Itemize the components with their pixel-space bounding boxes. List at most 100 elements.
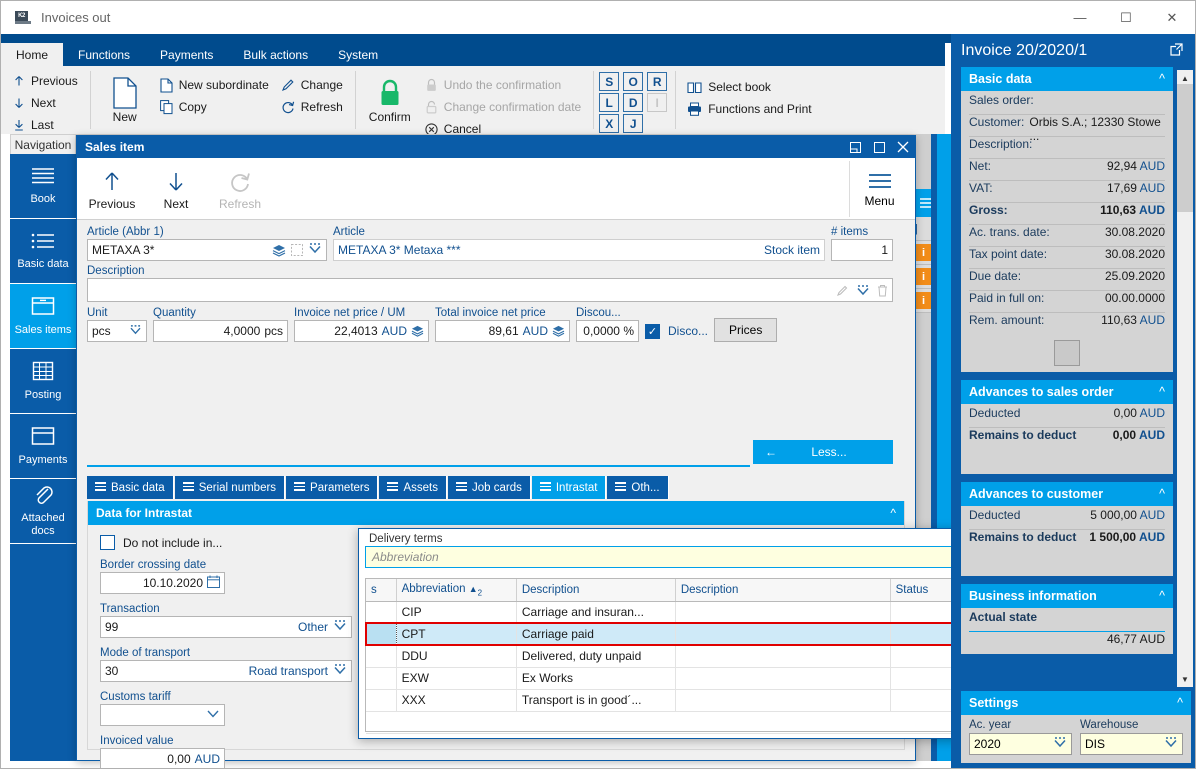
items-count-input[interactable]: 1 (831, 239, 893, 261)
chevron-down-icon[interactable] (129, 324, 142, 338)
confirm-button[interactable]: Confirm (361, 70, 419, 130)
tab-bulk-actions[interactable]: Bulk actions (228, 43, 323, 66)
scroll-down-icon[interactable]: ▼ (1177, 671, 1193, 687)
select-box-icon[interactable] (291, 244, 303, 256)
dialog-next-button[interactable]: Next (147, 161, 205, 217)
chevron-up-icon[interactable]: ^ (1159, 589, 1165, 603)
chevron-up-icon[interactable]: ^ (1177, 696, 1183, 710)
chevron-down-icon[interactable] (333, 620, 347, 634)
transaction-input[interactable]: 99 Other (100, 616, 352, 638)
copy-button[interactable]: Copy (154, 96, 275, 118)
dialog-restore-icon[interactable] (843, 136, 867, 158)
dialog-maximize-icon[interactable] (867, 136, 891, 158)
letter-button-l[interactable]: L (599, 93, 620, 112)
border-crossing-date-input[interactable]: 10.10.2020 (100, 572, 225, 594)
calendar-icon[interactable] (207, 575, 220, 591)
change-button[interactable]: Change (275, 74, 349, 96)
accounting-year-input[interactable]: 2020 (969, 733, 1072, 755)
discount-input[interactable]: 0,0000 % (576, 320, 639, 342)
maximize-icon[interactable]: ☐ (1103, 1, 1149, 34)
table-row[interactable]: CIP Carriage and insuran... (366, 601, 969, 624)
column-header-abbreviation[interactable]: Abbreviation ▲2 (396, 579, 517, 602)
refresh-button[interactable]: Refresh (275, 96, 349, 118)
description-input[interactable] (87, 278, 893, 302)
dialog-close-icon[interactable] (891, 136, 915, 158)
delivery-terms-search-input[interactable]: Abbreviation (365, 546, 985, 568)
prices-button[interactable]: Prices (714, 318, 778, 342)
unit-input[interactable]: pcs (87, 320, 147, 342)
total-net-input[interactable]: 89,61 AUD (435, 320, 570, 342)
mode-of-transport-input[interactable]: 30 Road transport (100, 660, 352, 682)
sidebar-section-header[interactable]: Advances to sales order ^ (961, 380, 1173, 404)
chevron-down-icon[interactable] (1164, 737, 1178, 751)
tab-intrastat[interactable]: Intrastat (531, 476, 607, 499)
ribbon-previous-button[interactable]: Previous (7, 70, 84, 92)
sidebar-section-header[interactable]: Advances to customer ^ (961, 482, 1173, 506)
tab-job-cards[interactable]: Job cards (448, 476, 531, 499)
sidebar-section-header[interactable]: Settings ^ (961, 691, 1191, 715)
row-select-cell[interactable] (366, 623, 397, 646)
stack-icon[interactable] (552, 325, 565, 337)
row-select-cell[interactable] (366, 645, 397, 668)
chevron-down-icon[interactable] (856, 284, 870, 296)
chevron-up-icon[interactable]: ^ (890, 506, 896, 520)
sidebar-item-basic-data[interactable]: Basic data (10, 219, 76, 284)
dialog-previous-button[interactable]: Previous (83, 161, 141, 217)
chevron-down-icon[interactable] (308, 243, 322, 257)
tab-assets[interactable]: Assets (379, 476, 447, 499)
table-row[interactable]: DDU Delivered, duty unpaid (366, 645, 969, 668)
sidebar-item-payments[interactable]: Payments (10, 414, 76, 479)
new-subordinate-button[interactable]: New subordinate (154, 74, 275, 96)
new-button[interactable]: New (96, 70, 154, 130)
article-input[interactable]: METAXA 3* Metaxa *** Stock item (333, 239, 825, 261)
dialog-menu-button[interactable]: Menu (849, 161, 909, 217)
sidebar-item-sales-items[interactable]: Sales items (10, 284, 76, 349)
column-header-description1[interactable]: Description (516, 579, 676, 602)
functions-and-print-button[interactable]: Functions and Print (681, 98, 817, 120)
tab-parameters[interactable]: Parameters (286, 476, 379, 499)
tab-functions[interactable]: Functions (63, 43, 145, 66)
navigation-tab[interactable]: Navigation (10, 134, 76, 154)
row-select-cell[interactable] (366, 667, 397, 690)
change-confirmation-date-button[interactable]: Change confirmation date (419, 96, 587, 118)
chevron-up-icon[interactable]: ^ (1159, 385, 1165, 399)
close-icon[interactable]: ✕ (1149, 1, 1195, 34)
minimize-icon[interactable]: — (1057, 1, 1103, 34)
tab-home[interactable]: Home (1, 43, 64, 66)
article-abbr-input[interactable]: METAXA 3* (87, 239, 327, 261)
tab-payments[interactable]: Payments (145, 43, 228, 66)
chevron-up-icon[interactable]: ^ (1159, 487, 1165, 501)
select-book-button[interactable]: Select book (681, 76, 817, 98)
customs-tariff-input[interactable] (100, 704, 225, 726)
quantity-input[interactable]: 4,0000 pcs (153, 320, 288, 342)
stack-icon[interactable] (272, 244, 286, 257)
checkbox-checked-icon[interactable]: ✓ (645, 323, 660, 339)
sidebar-scrollbar[interactable]: ▲ ▼ (1177, 70, 1193, 687)
letter-button-s[interactable]: S (599, 72, 620, 91)
letter-button-j[interactable]: J (623, 114, 644, 133)
stack-icon[interactable] (411, 325, 424, 337)
external-link-icon[interactable] (1170, 42, 1183, 59)
tab-other[interactable]: Oth... (607, 476, 669, 499)
sidebar-section-header[interactable]: Basic data ^ (961, 67, 1173, 91)
table-row[interactable]: XXX Transport is in good´... (366, 689, 969, 712)
undo-confirmation-button[interactable]: Undo the confirmation (419, 74, 587, 96)
discount-checkbox-group[interactable]: ✓ Disco... (645, 320, 708, 342)
trash-icon[interactable] (877, 284, 888, 297)
checkbox-icon[interactable] (100, 535, 115, 550)
column-header-description2[interactable]: Description (675, 579, 891, 602)
letter-button-d[interactable]: D (623, 93, 644, 112)
tab-system[interactable]: System (323, 43, 393, 66)
sidebar-item-posting[interactable]: Posting (10, 349, 76, 414)
row-select-cell[interactable] (366, 601, 397, 624)
ribbon-last-button[interactable]: Last (7, 114, 84, 136)
ribbon-next-button[interactable]: Next (7, 92, 84, 114)
sidebar-section-header[interactable]: Business information ^ (961, 584, 1173, 608)
sidebar-item-book[interactable]: Book (10, 154, 76, 219)
warehouse-input[interactable]: DIS (1080, 733, 1183, 755)
letter-button-r[interactable]: R (647, 72, 668, 91)
chevron-up-icon[interactable]: ^ (1159, 72, 1165, 86)
chevron-down-icon[interactable] (1053, 737, 1067, 751)
sidebar-item-attached-docs[interactable]: Attached docs (10, 479, 76, 544)
tab-basic-data[interactable]: Basic data (87, 476, 174, 499)
